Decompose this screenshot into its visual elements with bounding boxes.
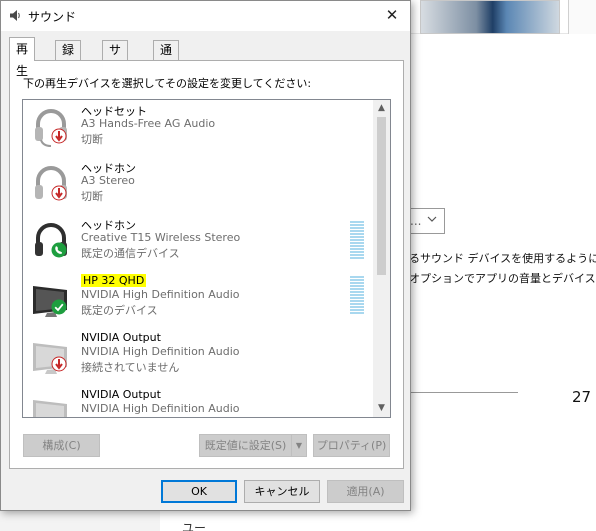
device-name: NVIDIA Output <box>81 331 161 344</box>
device-item[interactable]: ヘッドホン Creative T15 Wireless Stereo 既定の通信… <box>23 214 375 271</box>
device-name: NVIDIA Output <box>81 388 161 401</box>
volume-meter <box>350 276 364 314</box>
tab-communications[interactable]: 通信 <box>153 40 180 75</box>
wallpaper-thumbnail <box>420 0 560 34</box>
output-device-select[interactable]: ... <box>405 208 445 234</box>
scroll-up-icon[interactable]: ▲ <box>373 100 390 117</box>
device-name-highlight: HP 32 QHD <box>81 274 147 287</box>
scrollbar-thumb[interactable] <box>377 117 386 275</box>
monitor-icon <box>31 391 75 417</box>
device-description: NVIDIA High Definition Audio <box>81 288 240 301</box>
check-badge <box>51 299 67 315</box>
device-description: A3 Hands-Free AG Audio <box>81 117 216 130</box>
phone-badge <box>51 242 67 258</box>
ok-button[interactable]: OK <box>161 480 237 503</box>
settings-text-line2: オプションでアプリの音量とデバイスを <box>409 272 596 285</box>
device-description: NVIDIA High Definition Audio <box>81 345 240 358</box>
cancel-button[interactable]: キャンセル <box>244 480 320 503</box>
device-description: NVIDIA High Definition Audio <box>81 402 240 415</box>
disconnected-badge <box>51 128 67 144</box>
headset-icon <box>31 106 75 150</box>
headphones-icon <box>31 220 75 264</box>
device-item[interactable]: NVIDIA Output NVIDIA High Definition Aud… <box>23 385 375 417</box>
device-item[interactable]: NVIDIA Output NVIDIA High Definition Aud… <box>23 328 375 385</box>
device-item[interactable]: ヘッドセット A3 Hands-Free AG Audio 切断 <box>23 100 375 157</box>
scroll-down-icon[interactable]: ▼ <box>373 400 390 417</box>
sound-dialog: サウンド ✕ 再生 録音 サウンド 通信 下の再生デバイスを選択してその設定を変… <box>0 0 411 511</box>
monitor-icon <box>31 334 75 378</box>
device-status: 既定の通信デバイス <box>81 247 180 260</box>
device-status: 既定のデバイス <box>81 304 158 317</box>
device-name: HP 32 QHD <box>81 274 147 287</box>
configure-button[interactable]: 構成(C) <box>23 434 100 457</box>
properties-button[interactable]: プロパティ(P) <box>313 434 390 457</box>
tab-sounds[interactable]: サウンド <box>102 40 129 111</box>
speaker-icon <box>9 9 22 22</box>
headphones-icon <box>31 163 75 207</box>
vertical-scrollbar[interactable]: ▲ ▼ <box>373 100 390 417</box>
device-list[interactable]: ヘッドセット A3 Hands-Free AG Audio 切断 ヘッドホン A… <box>22 99 391 418</box>
chevron-down-icon <box>426 213 438 228</box>
instruction-text: 下の再生デバイスを選択してその設定を変更してください: <box>23 77 312 90</box>
volume-meter <box>350 221 364 259</box>
device-status: 切断 <box>81 190 103 203</box>
disconnected-badge <box>51 185 67 201</box>
volume-slider-track[interactable] <box>410 392 518 393</box>
disconnected-badge <box>51 356 67 372</box>
playback-panel: 下の再生デバイスを選択してその設定を変更してください: ヘッドセット A3 Ha… <box>9 60 404 469</box>
volume-value: 27 <box>572 388 592 406</box>
tab-recording[interactable]: 録音 <box>55 40 82 75</box>
set-default-dropdown-icon[interactable]: ▼ <box>291 434 307 457</box>
device-description: A3 Stereo <box>81 174 135 187</box>
monitor-icon <box>31 277 75 321</box>
device-status: 切断 <box>81 133 103 146</box>
title-bar: サウンド ✕ <box>1 1 410 31</box>
dialog-title: サウンド <box>28 10 77 24</box>
settings-bottom-text: ユー <box>182 521 207 531</box>
apply-button[interactable]: 適用(A) <box>327 480 404 503</box>
device-status: 接続されていません <box>81 361 180 374</box>
tab-playback[interactable]: 再生 <box>9 37 36 78</box>
close-button[interactable]: ✕ <box>380 4 404 26</box>
wallpaper-thumbnail-2 <box>568 0 596 34</box>
settings-text-line1: るサウンド デバイスを使用するように訂 <box>409 252 596 265</box>
select-value: ... <box>410 214 422 228</box>
device-item[interactable]: HP 32 QHD NVIDIA High Definition Audio 既… <box>23 271 375 328</box>
set-default-button[interactable]: 既定値に設定(S) <box>199 434 292 457</box>
device-description: Creative T15 Wireless Stereo <box>81 231 241 244</box>
device-item[interactable]: ヘッドホン A3 Stereo 切断 <box>23 157 375 214</box>
